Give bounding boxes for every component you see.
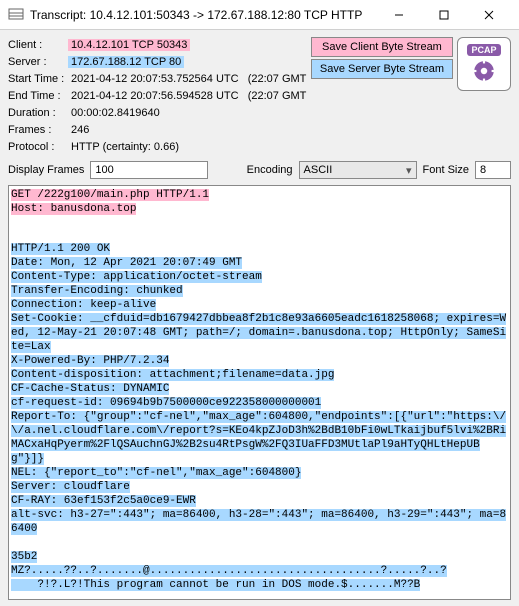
frames-label: Frames :	[8, 124, 68, 136]
end-time-value: 2021-04-12 20:07:56.594528 UTC	[68, 90, 242, 102]
gear-icon	[471, 58, 497, 84]
duration-label: Duration :	[8, 107, 68, 119]
top-right-panel: Save Client Byte Stream Save Server Byte…	[311, 37, 511, 91]
end-time-local: (22:07 GMT	[248, 90, 307, 102]
minimize-button[interactable]	[376, 0, 421, 30]
encoding-select[interactable]: ASCII	[299, 161, 417, 179]
protocol-label: Protocol :	[8, 141, 68, 153]
start-time-value: 2021-04-12 20:07:53.752564 UTC	[68, 73, 242, 85]
client-value: 10.4.12.101 TCP 50343	[68, 39, 190, 51]
pcap-icon-button[interactable]: PCAP	[457, 37, 511, 91]
transcript-pane[interactable]: GET /222g100/main.php HTTP/1.1Host: banu…	[8, 185, 511, 600]
frames-value: 246	[68, 124, 92, 136]
window-title: Transcript: 10.4.12.101:50343 -> 172.67.…	[30, 8, 376, 22]
close-button[interactable]	[466, 0, 511, 30]
pcap-label: PCAP	[467, 44, 500, 56]
start-time-label: Start Time :	[8, 73, 68, 85]
font-size-label: Font Size	[423, 164, 469, 176]
duration-value: 00:00:02.8419640	[68, 107, 163, 119]
save-server-button[interactable]: Save Server Byte Stream	[311, 59, 453, 79]
window-controls	[376, 0, 511, 30]
titlebar: Transcript: 10.4.12.101:50343 -> 172.67.…	[0, 0, 519, 30]
start-time-local: (22:07 GMT	[248, 73, 307, 85]
display-frames-input[interactable]	[90, 161, 208, 179]
app-icon	[8, 7, 24, 23]
controls-row: Display Frames Encoding ASCII Font Size	[8, 161, 511, 179]
maximize-button[interactable]	[421, 0, 466, 30]
content-area: Client :10.4.12.101 TCP 50343 Server :17…	[0, 30, 519, 606]
protocol-value: HTTP (certainty: 0.66)	[68, 141, 182, 153]
display-frames-label: Display Frames	[8, 164, 84, 176]
server-label: Server :	[8, 56, 68, 68]
font-size-input[interactable]	[475, 161, 511, 179]
server-value: 172.67.188.12 TCP 80	[68, 56, 184, 68]
save-client-button[interactable]: Save Client Byte Stream	[311, 37, 453, 57]
encoding-label: Encoding	[247, 164, 293, 176]
end-time-label: End Time :	[8, 90, 68, 102]
client-label: Client :	[8, 39, 68, 51]
